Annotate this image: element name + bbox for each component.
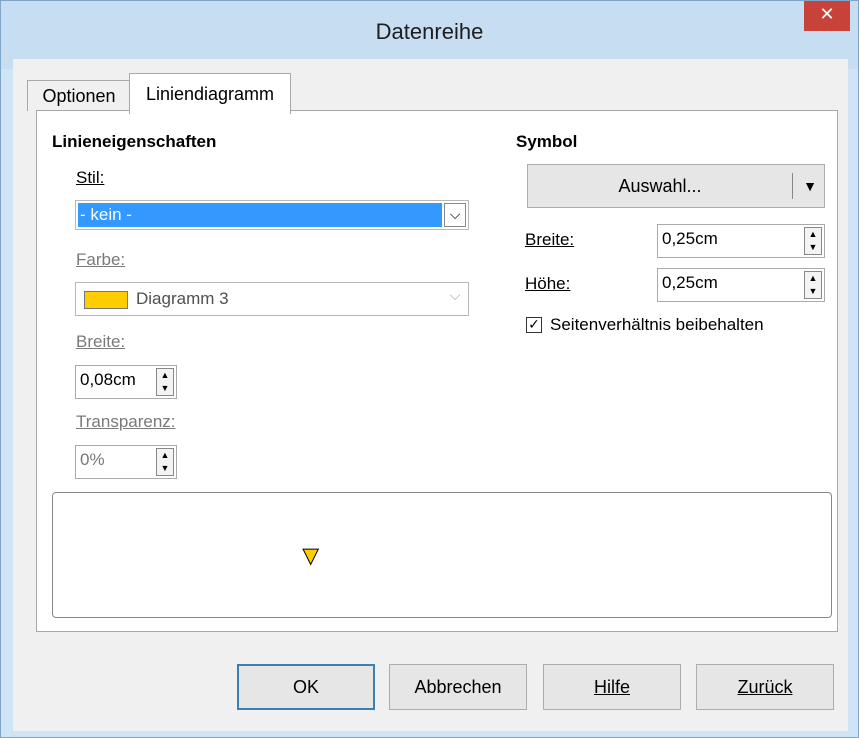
separator	[792, 173, 793, 199]
style-selected-value: - kein -	[78, 203, 442, 227]
line-width-spinner[interactable]: 0,08cm ▲ ▼	[75, 365, 177, 399]
symbol-height-spinner[interactable]: 0,25cm ▲ ▼	[657, 268, 825, 302]
back-button[interactable]: Zurück	[696, 664, 834, 710]
transparency-value: 0%	[80, 450, 105, 469]
keep-ratio-checkbox[interactable]: ✓	[526, 317, 542, 333]
color-label: Farbe:	[76, 250, 126, 269]
width-label: Breite:	[76, 332, 126, 351]
spin-arrows-icon[interactable]: ▲ ▼	[804, 271, 822, 299]
transparency-label: Transparenz:	[76, 412, 176, 431]
window-title: Datenreihe	[375, 19, 484, 44]
style-label: Stil:	[76, 168, 105, 187]
tab-liniendiagramm[interactable]: Liniendiagramm	[129, 73, 291, 114]
symbol-select-button[interactable]: Auswahl... ▼	[527, 164, 825, 208]
transparency-spinner[interactable]: 0% ▲ ▼	[75, 445, 177, 479]
ok-button[interactable]: OK	[237, 664, 375, 710]
color-dropdown[interactable]: Diagramm 3 ⌵	[75, 282, 469, 316]
help-button[interactable]: Hilfe	[543, 664, 681, 710]
tab-optionen[interactable]: Optionen	[27, 80, 131, 111]
color-value: Diagramm 3	[136, 289, 229, 308]
close-button[interactable]: ✕	[804, 1, 850, 31]
spin-arrows-icon[interactable]: ▲ ▼	[804, 227, 822, 255]
chevron-down-icon[interactable]: ⌵	[444, 203, 466, 227]
spin-arrows-icon[interactable]: ▲ ▼	[156, 448, 174, 476]
color-swatch	[84, 291, 128, 309]
symbol-width-label: Breite:	[525, 230, 575, 249]
symbol-select-label: Auswahl...	[618, 176, 702, 196]
symbol-width-value: 0,25cm	[662, 229, 718, 248]
cancel-button[interactable]: Abbrechen	[389, 664, 527, 710]
chevron-down-icon: ▼	[803, 178, 817, 194]
marker-triangle-icon: ▼	[302, 543, 319, 568]
style-dropdown[interactable]: - kein - ⌵	[75, 200, 469, 230]
line-properties-heading: Linieneigenschaften	[52, 132, 217, 151]
keep-ratio-label[interactable]: Seitenverhältnis beibehalten	[550, 315, 764, 335]
spin-arrows-icon[interactable]: ▲ ▼	[156, 368, 174, 396]
symbol-height-value: 0,25cm	[662, 273, 718, 292]
line-width-value: 0,08cm	[80, 370, 136, 389]
symbol-width-spinner[interactable]: 0,25cm ▲ ▼	[657, 224, 825, 258]
symbol-heading: Symbol	[516, 132, 578, 151]
preview-area: ▼	[52, 492, 832, 618]
symbol-height-label: Höhe:	[525, 274, 571, 293]
chevron-down-icon: ⌵	[444, 285, 466, 309]
